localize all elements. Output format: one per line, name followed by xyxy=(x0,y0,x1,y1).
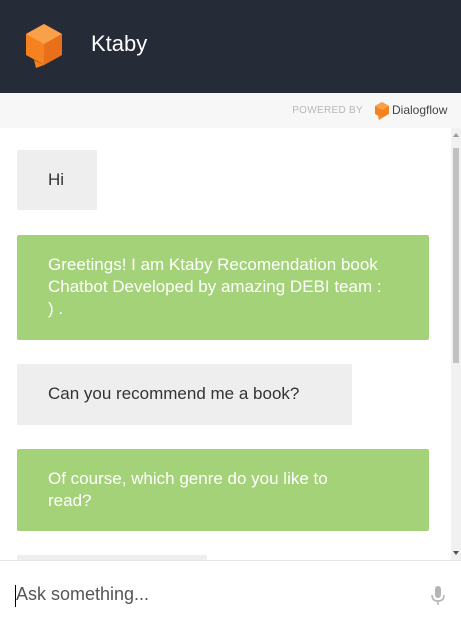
user-message: Can you recommend me a book? xyxy=(17,364,352,425)
message-list: Hi Greetings! I am Ktaby Recomendation b… xyxy=(0,128,451,560)
message-text: Of course, which genre do you like to re… xyxy=(48,469,328,510)
bot-message: Of course, which genre do you like to re… xyxy=(17,449,429,531)
message-input[interactable] xyxy=(14,581,416,607)
powered-by-bar: POWERED BY Dialogflow xyxy=(0,93,461,128)
message-text: Greetings! I am Ktaby Recomendation book… xyxy=(48,255,382,318)
text-caret xyxy=(15,585,16,607)
chat-scrollbar[interactable] xyxy=(451,128,461,560)
powered-by-label: POWERED BY xyxy=(292,105,363,116)
chat-title: Ktaby xyxy=(91,31,148,56)
dialogflow-brand-name: Dialogflow xyxy=(392,103,448,117)
scroll-down-arrow-icon[interactable] xyxy=(453,551,459,555)
input-bar xyxy=(0,560,461,623)
chat-window: Ktaby POWERED BY Dialogflow Hi Greetings… xyxy=(0,0,461,623)
dialogflow-cube-icon xyxy=(26,24,62,68)
user-message: Hi xyxy=(17,150,97,210)
message-text: Hi xyxy=(48,170,65,189)
bot-message: Greetings! I am Ktaby Recomendation book… xyxy=(17,235,429,340)
scroll-up-arrow-icon[interactable] xyxy=(453,133,459,137)
message-text: Can you recommend me a book? xyxy=(48,384,300,403)
scroll-thumb[interactable] xyxy=(453,148,459,363)
dialogflow-icon xyxy=(375,102,389,120)
microphone-icon[interactable] xyxy=(430,585,446,607)
chat-header: Ktaby xyxy=(0,0,461,93)
